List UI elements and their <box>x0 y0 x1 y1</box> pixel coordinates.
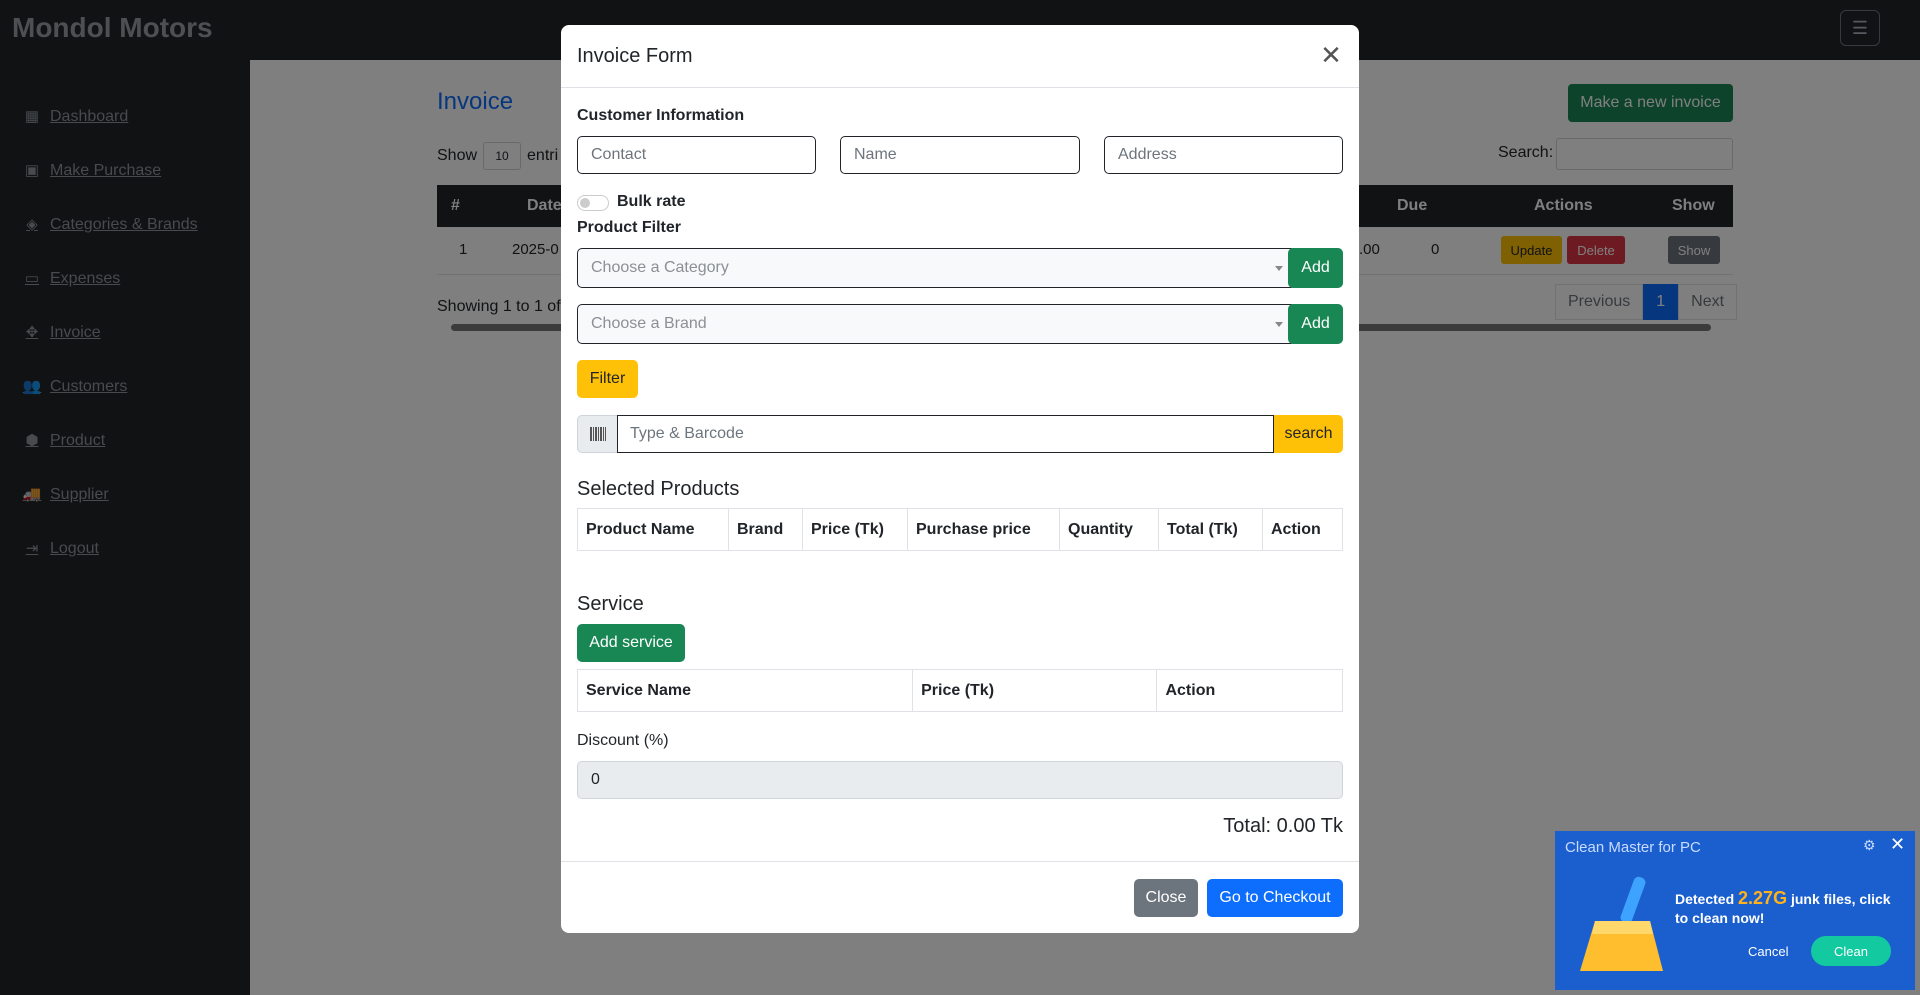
close-button[interactable]: Close <box>1134 879 1198 917</box>
popup-msg-pre: Detected <box>1675 891 1739 907</box>
col-service-action: Action <box>1165 681 1216 699</box>
col-product-name: Product Name <box>578 509 729 550</box>
popup-clean-button[interactable]: Clean <box>1811 936 1891 966</box>
modal-title: Invoice Form <box>577 45 693 67</box>
service-table-header: Service Name Price (Tk) Action <box>577 669 1343 712</box>
brand-select[interactable]: Choose a Brand <box>577 304 1296 344</box>
bulk-rate-toggle[interactable] <box>577 195 609 211</box>
total-amount: Total: 0.00 Tk <box>1223 815 1343 837</box>
barcode-search-button[interactable]: search <box>1274 415 1343 453</box>
category-select-value: Choose a Category <box>591 259 729 276</box>
popup-title: Clean Master for PC <box>1565 839 1701 856</box>
modal-footer: Close Go to Checkout <box>561 861 1359 933</box>
customer-info-label: Customer Information <box>577 107 745 124</box>
col-total: Total (Tk) <box>1159 509 1263 550</box>
clean-master-popup: Clean Master for PC ⚙ ✕ Detected 2.27G j… <box>1555 831 1915 990</box>
col-quantity: Quantity <box>1060 509 1159 550</box>
add-brand-button[interactable]: Add <box>1288 304 1343 344</box>
col-service-name: Service Name <box>578 670 914 711</box>
broom-icon <box>1580 876 1663 971</box>
contact-field[interactable]: Contact <box>577 136 816 174</box>
gear-icon[interactable]: ⚙ <box>1863 837 1876 854</box>
modal-header: Invoice Form ✕ <box>561 25 1359 88</box>
add-category-button[interactable]: Add <box>1288 248 1343 288</box>
invoice-form-modal: Invoice Form ✕ Customer Information Cont… <box>561 25 1359 933</box>
discount-field[interactable]: 0 <box>577 761 1343 799</box>
selected-products-table-header: Product Name Brand Price (Tk) Purchase p… <box>577 508 1343 551</box>
close-icon[interactable]: ✕ <box>1890 834 1905 855</box>
junk-size: 2.27G <box>1738 888 1788 908</box>
col-service-price: Price (Tk) <box>913 670 1158 711</box>
col-brand: Brand <box>729 509 803 550</box>
chevron-down-icon <box>1275 266 1283 271</box>
col-price: Price (Tk) <box>803 509 908 550</box>
bulk-rate-label: Bulk rate <box>617 193 686 210</box>
brand-select-value: Choose a Brand <box>591 315 707 332</box>
col-action: Action <box>1271 520 1321 538</box>
popup-message: Detected 2.27G junk files, click to clea… <box>1675 889 1905 928</box>
selected-products-title: Selected Products <box>577 478 740 500</box>
barcode-icon <box>577 415 617 453</box>
discount-label: Discount (%) <box>577 732 669 749</box>
col-purchase-price: Purchase price <box>908 509 1060 550</box>
close-icon[interactable]: ✕ <box>1317 41 1345 69</box>
service-title: Service <box>577 593 644 615</box>
product-filter-label: Product Filter <box>577 219 682 236</box>
checkout-button[interactable]: Go to Checkout <box>1207 879 1343 917</box>
add-service-button[interactable]: Add service <box>577 624 685 662</box>
barcode-input[interactable]: Type & Barcode <box>617 415 1274 453</box>
popup-cancel-button[interactable]: Cancel <box>1748 944 1788 959</box>
filter-button[interactable]: Filter <box>577 360 638 398</box>
chevron-down-icon <box>1275 322 1283 327</box>
address-field[interactable]: Address <box>1104 136 1343 174</box>
category-select[interactable]: Choose a Category <box>577 248 1296 288</box>
name-field[interactable]: Name <box>840 136 1080 174</box>
